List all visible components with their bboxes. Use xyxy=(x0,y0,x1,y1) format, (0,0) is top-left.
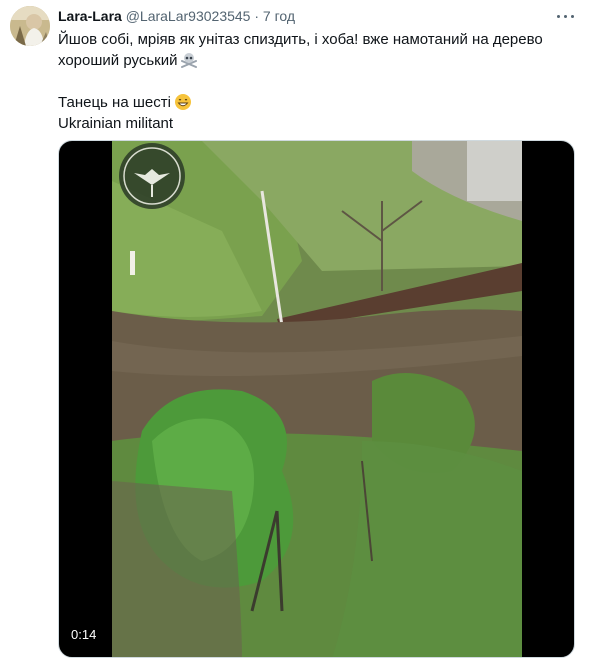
tweet-text-fragment: Танець на шесті xyxy=(58,94,171,111)
author-handle[interactable]: @LaraLar93023545 xyxy=(126,8,251,24)
grinning-face-icon xyxy=(174,94,191,110)
video-player[interactable]: 0:14 xyxy=(58,140,575,658)
more-options-icon[interactable] xyxy=(555,8,577,26)
tweet-text-line-2: хороший руський xyxy=(58,50,578,71)
video-frame xyxy=(112,141,522,657)
tweet-card[interactable]: Lara-Lara @LaraLar93023545 · 7 год Йшов … xyxy=(0,0,593,667)
video-duration: 0:14 xyxy=(71,627,97,642)
skull-crossbones-icon xyxy=(181,53,198,68)
tweet-text-fragment: хороший руський xyxy=(58,52,178,69)
tweet-text-line-4: Ukrainian militant xyxy=(58,115,174,132)
avatar[interactable] xyxy=(10,6,50,46)
tweet-header: Lara-Lara @LaraLar93023545 · 7 год xyxy=(58,8,295,24)
timestamp-link[interactable]: 7 год xyxy=(263,8,295,24)
avatar-image xyxy=(10,6,50,46)
author-name[interactable]: Lara-Lara xyxy=(58,8,122,24)
separator-dot: · xyxy=(254,8,260,24)
tweet-text: Йшов собі, мріяв як унітаз спиздить, і х… xyxy=(58,29,578,134)
tweet-text-line-3: Танець на шесті xyxy=(58,92,578,113)
tweet-text-line: Йшов собі, мріяв як унітаз спиздить, і х… xyxy=(58,31,543,48)
